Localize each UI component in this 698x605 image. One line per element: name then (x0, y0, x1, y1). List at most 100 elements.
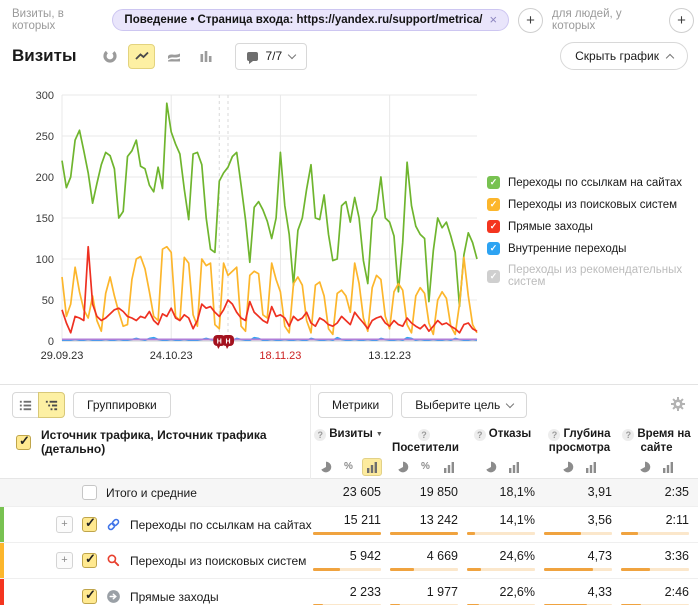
column-header-visits[interactable]: ?Визиты▼ (310, 428, 387, 442)
select-all-checkbox[interactable] (16, 435, 31, 450)
help-icon[interactable]: ? (474, 429, 486, 441)
table-header-row: Источник трафика, Источник трафика (дета… (0, 425, 698, 455)
bars-toggle-icon[interactable] (439, 458, 459, 476)
value-bar (621, 532, 689, 535)
row-checkbox[interactable] (82, 553, 97, 568)
flat-list-view-icon[interactable] (12, 392, 39, 418)
add-people-condition-button[interactable]: + (669, 8, 694, 33)
chart-area: 05010015020025030029.09.2324.10.2318.11.… (6, 84, 486, 371)
legend-checkbox[interactable] (487, 176, 500, 189)
chip-close-icon[interactable]: × (489, 15, 497, 25)
svg-text:Н: Н (217, 339, 222, 346)
legend-item-internal[interactable]: Внутренние переходы (487, 242, 698, 255)
legend-checkbox[interactable] (487, 220, 500, 233)
page-title: Визиты (12, 46, 76, 66)
row-label: Итого и средние (106, 486, 197, 500)
chevron-down-icon (288, 50, 296, 58)
table-settings-gear-icon[interactable] (670, 396, 686, 415)
legend-checkbox[interactable] (487, 198, 500, 211)
visits-display-toggles: % (310, 458, 387, 476)
sort-desc-icon: ▼ (376, 431, 383, 438)
pie-toggle-icon[interactable] (635, 458, 655, 476)
column-header-bounces[interactable]: ?Отказы (464, 428, 541, 442)
time-value: 2:35 (620, 486, 689, 499)
svg-text:Н: Н (225, 339, 230, 346)
bounces-value: 14,1% (466, 514, 535, 527)
percent-toggle-icon[interactable]: % (339, 458, 359, 476)
tree-view-icon[interactable] (38, 392, 65, 418)
value-bar (313, 532, 381, 535)
time-display-toggles (618, 458, 695, 476)
visits-value: 5 942 (312, 550, 381, 563)
search-icon (106, 553, 121, 568)
chart-type-line-icon[interactable] (128, 44, 155, 69)
table-row-links: + Переходы по ссылкам на сайтах 15 211 1… (0, 507, 698, 543)
visits-value: 2 233 (312, 586, 381, 599)
percent-toggle-icon[interactable]: % (416, 458, 436, 476)
row-checkbox[interactable] (82, 485, 97, 500)
row-checkbox[interactable] (82, 517, 97, 532)
column-header-visitors[interactable]: ?Посетители (387, 428, 464, 456)
bars-toggle-icon[interactable] (362, 458, 382, 476)
svg-text:18.11.23: 18.11.23 (259, 350, 301, 362)
pie-toggle-icon[interactable] (481, 458, 501, 476)
dimension-header-label[interactable]: Источник трафика, Источник трафика (дета… (41, 428, 310, 456)
value-bar (390, 532, 458, 535)
chart-legend: Переходы по ссылкам на сайтах Переходы и… (487, 176, 698, 288)
hide-chart-button[interactable]: Скрыть график (560, 42, 688, 70)
pie-toggle-icon[interactable] (558, 458, 578, 476)
legend-checkbox[interactable] (487, 270, 500, 283)
help-icon[interactable]: ? (622, 429, 634, 441)
table-toolbar: Группировки Метрики Выберите цель (0, 385, 698, 425)
legend-item-search[interactable]: Переходы из поисковых систем (487, 198, 698, 211)
pie-toggle-icon[interactable] (393, 458, 413, 476)
value-bar (544, 568, 612, 571)
svg-text:29.09.23: 29.09.23 (41, 350, 84, 362)
add-visit-condition-button[interactable]: + (518, 8, 543, 33)
view-mode-switcher (12, 392, 65, 418)
help-icon[interactable]: ? (314, 429, 326, 441)
goal-select-button[interactable]: Выберите цель (401, 392, 527, 418)
chart-type-pie-icon[interactable] (96, 44, 123, 69)
metrics-button[interactable]: Метрики (318, 392, 393, 418)
svg-text:300: 300 (36, 90, 54, 102)
people-filter-label: для людей, у которых (552, 8, 660, 32)
svg-text:24.10.23: 24.10.23 (150, 350, 193, 362)
chart-header: Визиты 7/7 Скрыть график (12, 42, 688, 70)
legend-item-recommendations[interactable]: Переходы из рекомендательных систем (487, 264, 698, 288)
row-label[interactable]: Прямые заходы (130, 590, 219, 604)
chart-type-columns-icon[interactable] (192, 44, 219, 69)
legend-item-direct[interactable]: Прямые заходы (487, 220, 698, 233)
help-icon[interactable]: ? (418, 429, 430, 441)
visitors-display-toggles: % (387, 458, 464, 476)
help-icon[interactable]: ? (548, 429, 560, 441)
groupings-button[interactable]: Группировки (73, 392, 171, 418)
column-header-depth[interactable]: ?Глубина просмотра (541, 428, 618, 456)
segment-filter-bar: Визиты, в которых Поведение • Страница в… (12, 6, 694, 34)
row-checkbox[interactable] (82, 589, 97, 604)
pie-toggle-icon[interactable] (316, 458, 336, 476)
value-bar (621, 568, 689, 571)
bars-toggle-icon[interactable] (504, 458, 524, 476)
row-label[interactable]: Переходы из поисковых систем (130, 554, 306, 568)
expand-row-button[interactable]: + (56, 516, 73, 533)
bars-toggle-icon[interactable] (658, 458, 678, 476)
svg-text:200: 200 (36, 172, 54, 184)
segment-chip[interactable]: Поведение • Страница входа: https://yand… (112, 9, 509, 31)
chart-type-stacked-area-icon[interactable] (160, 44, 187, 69)
legend-checkbox[interactable] (487, 242, 500, 255)
depth-display-toggles (541, 458, 618, 476)
chevron-up-icon (666, 54, 674, 62)
svg-text:100: 100 (36, 254, 54, 266)
time-value: 2:46 (620, 586, 689, 599)
value-bar (467, 568, 535, 571)
svg-text:0: 0 (48, 336, 54, 348)
legend-item-links[interactable]: Переходы по ссылкам на сайтах (487, 176, 698, 189)
bars-toggle-icon[interactable] (581, 458, 601, 476)
row-label[interactable]: Переходы по ссылкам на сайтах (130, 518, 312, 532)
depth-value: 3,56 (543, 514, 612, 527)
series-color-stripe (0, 543, 4, 578)
expand-row-button[interactable]: + (56, 552, 73, 569)
column-header-time-on-site[interactable]: ?Время на сайте (618, 428, 695, 456)
comments-dropdown-button[interactable]: 7/7 (235, 43, 307, 70)
